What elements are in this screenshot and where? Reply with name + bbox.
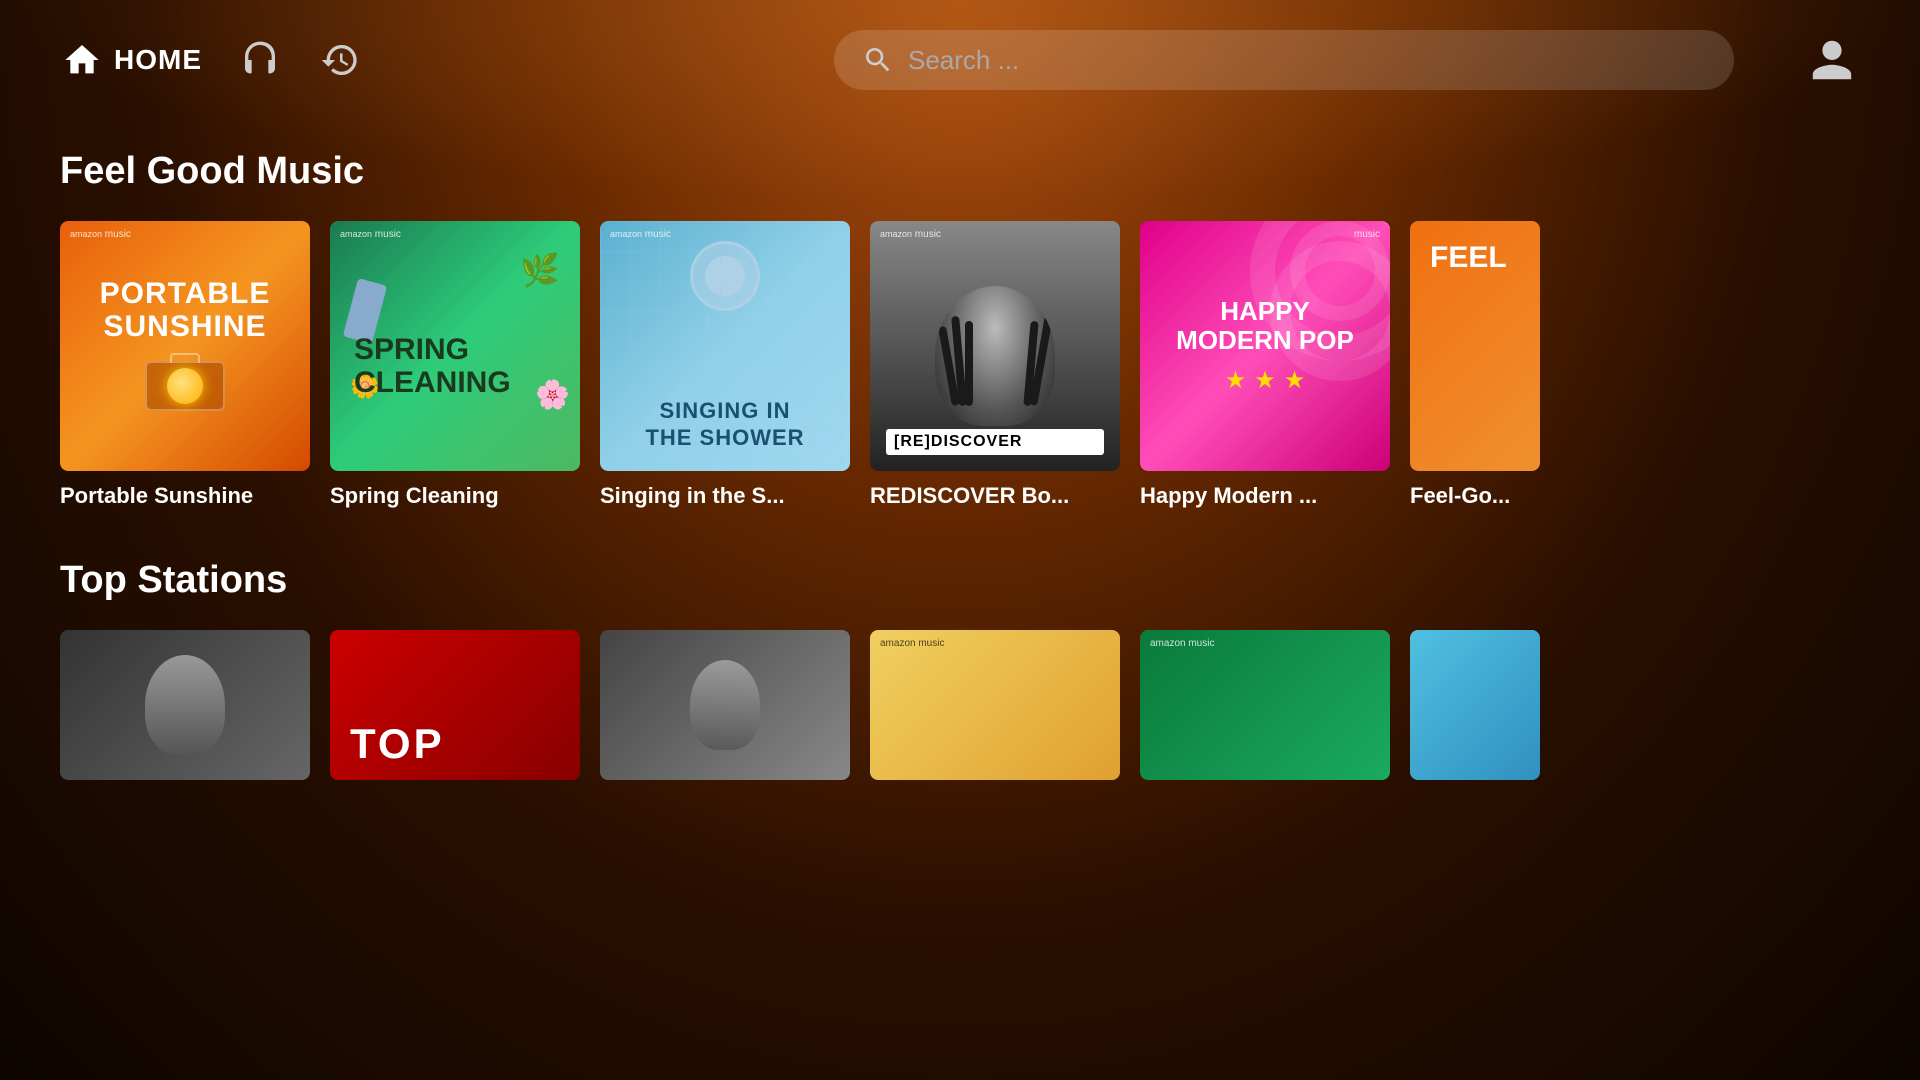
search-input-wrap[interactable] <box>834 30 1734 90</box>
spring-cleaning-label: Spring Cleaning <box>330 483 580 509</box>
singing-shower-text: SINGING INTHE SHOWER <box>600 398 850 451</box>
happy-modern-pop-label: Happy Modern ... <box>1140 483 1390 509</box>
nav-headphones[interactable] <box>238 38 282 82</box>
card-feel-good-country[interactable]: FEEL Feel-Go... <box>1410 221 1540 509</box>
rediscover-label: REDISCOVER Bo... <box>870 483 1120 509</box>
station-card-3[interactable] <box>600 630 850 780</box>
feel-good-country-text: FEEL <box>1430 241 1507 274</box>
card-portable-sunshine[interactable]: amazon music PORTABLESUNSHINE <box>60 221 310 509</box>
station-card-1[interactable] <box>60 630 310 780</box>
portable-sunshine-text: PORTABLESUNSHINE <box>100 277 271 343</box>
home-label: HOME <box>114 44 202 76</box>
header: HOME <box>0 0 1920 120</box>
feel-good-music-cards: amazon music PORTABLESUNSHINE <box>60 221 1860 509</box>
card-singing-shower[interactable]: amazon music <box>600 221 850 509</box>
top-station-cards: ToP amazon music amazon music <box>60 630 1860 780</box>
search-icon <box>862 44 894 76</box>
station-card-4[interactable]: amazon music <box>870 630 1120 780</box>
card-rediscover[interactable]: amazon music <box>870 221 1120 509</box>
portable-sunshine-label: Portable Sunshine <box>60 483 310 509</box>
headphones-icon <box>238 38 282 82</box>
history-icon <box>318 38 362 82</box>
top-station-top-label: ToP <box>350 720 445 768</box>
feel-good-country-label: Feel-Go... <box>1410 483 1540 509</box>
card-spring-cleaning[interactable]: amazon music 🌿 🌸 🌼 SPRINGCLEANING <box>330 221 580 509</box>
top-stations-section: Top Stations ToP amazon music <box>0 559 1920 780</box>
nav-left: HOME <box>60 38 362 82</box>
amazon-music-badge-station-5: amazon music <box>1150 638 1214 649</box>
happy-modern-pop-text: HAPPYMODERN POP <box>1176 297 1354 354</box>
search-input[interactable] <box>908 45 1706 76</box>
profile-button[interactable] <box>1804 32 1860 88</box>
feel-good-music-title: Feel Good Music <box>60 150 1860 193</box>
card-happy-modern-pop[interactable]: music HAPPYMODERN POP ★ ★ ★ <box>1140 221 1390 509</box>
station-card-6[interactable] <box>1410 630 1540 780</box>
feel-good-music-section: Feel Good Music amazon music PORTABLESUN… <box>0 150 1920 509</box>
nav-history[interactable] <box>318 38 362 82</box>
top-stations-title: Top Stations <box>60 559 1860 602</box>
singing-shower-label: Singing in the S... <box>600 483 850 509</box>
station-card-5[interactable]: amazon music <box>1140 630 1390 780</box>
home-icon <box>60 38 104 82</box>
star-2: ★ <box>1254 366 1276 395</box>
nav-home[interactable]: HOME <box>60 38 202 82</box>
rediscover-badge: [RE]DISCOVER <box>886 429 1104 455</box>
user-icon <box>1808 36 1856 84</box>
star-1: ★ <box>1225 366 1247 395</box>
search-bar <box>834 30 1734 90</box>
star-3: ★ <box>1284 366 1306 395</box>
amazon-music-badge-station-4: amazon music <box>880 638 944 649</box>
station-card-2[interactable]: ToP <box>330 630 580 780</box>
spring-cleaning-text: SPRINGCLEANING <box>354 333 511 399</box>
